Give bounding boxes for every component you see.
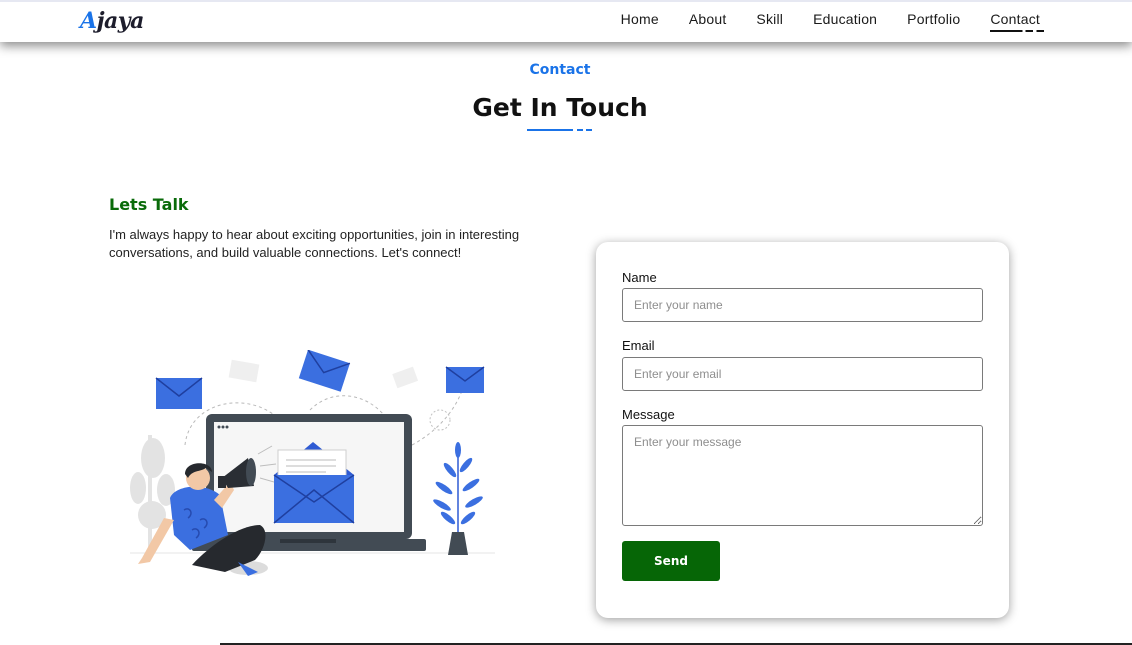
site-logo[interactable]: Ajaya xyxy=(80,8,144,34)
message-label: Message xyxy=(622,407,675,422)
name-input[interactable] xyxy=(622,288,983,322)
nav-link-skill[interactable]: Skill xyxy=(756,11,783,27)
logo-initial: A xyxy=(80,8,97,34)
nav-link-home[interactable]: Home xyxy=(621,11,659,27)
lets-talk-heading: Lets Talk xyxy=(109,195,189,214)
section-tag: Contact xyxy=(529,62,591,78)
nav-link-education[interactable]: Education xyxy=(813,11,877,27)
nav-links: Home About Skill Education Portfolio Con… xyxy=(621,11,1044,32)
title-underline xyxy=(527,129,593,132)
contact-form: Name Email Message Send xyxy=(596,242,1009,618)
nav-link-portfolio[interactable]: Portfolio xyxy=(907,11,960,27)
nav-link-contact[interactable]: Contact xyxy=(990,11,1044,32)
navbar: Ajaya Home About Skill Education Portfol… xyxy=(0,0,1132,42)
email-label: Email xyxy=(622,338,655,353)
logo-rest: jaya xyxy=(96,8,145,34)
name-label: Name xyxy=(622,270,657,285)
intro-text: I'm always happy to hear about exciting … xyxy=(109,227,520,260)
envelope-icon xyxy=(155,377,203,409)
section-title: Get In Touch xyxy=(472,93,648,122)
contact-illustration xyxy=(130,350,495,576)
plant-icon xyxy=(433,442,483,555)
send-button[interactable]: Send xyxy=(622,541,720,581)
message-textarea[interactable] xyxy=(622,425,983,526)
email-input[interactable] xyxy=(622,357,983,391)
nav-link-about[interactable]: About xyxy=(689,11,727,27)
